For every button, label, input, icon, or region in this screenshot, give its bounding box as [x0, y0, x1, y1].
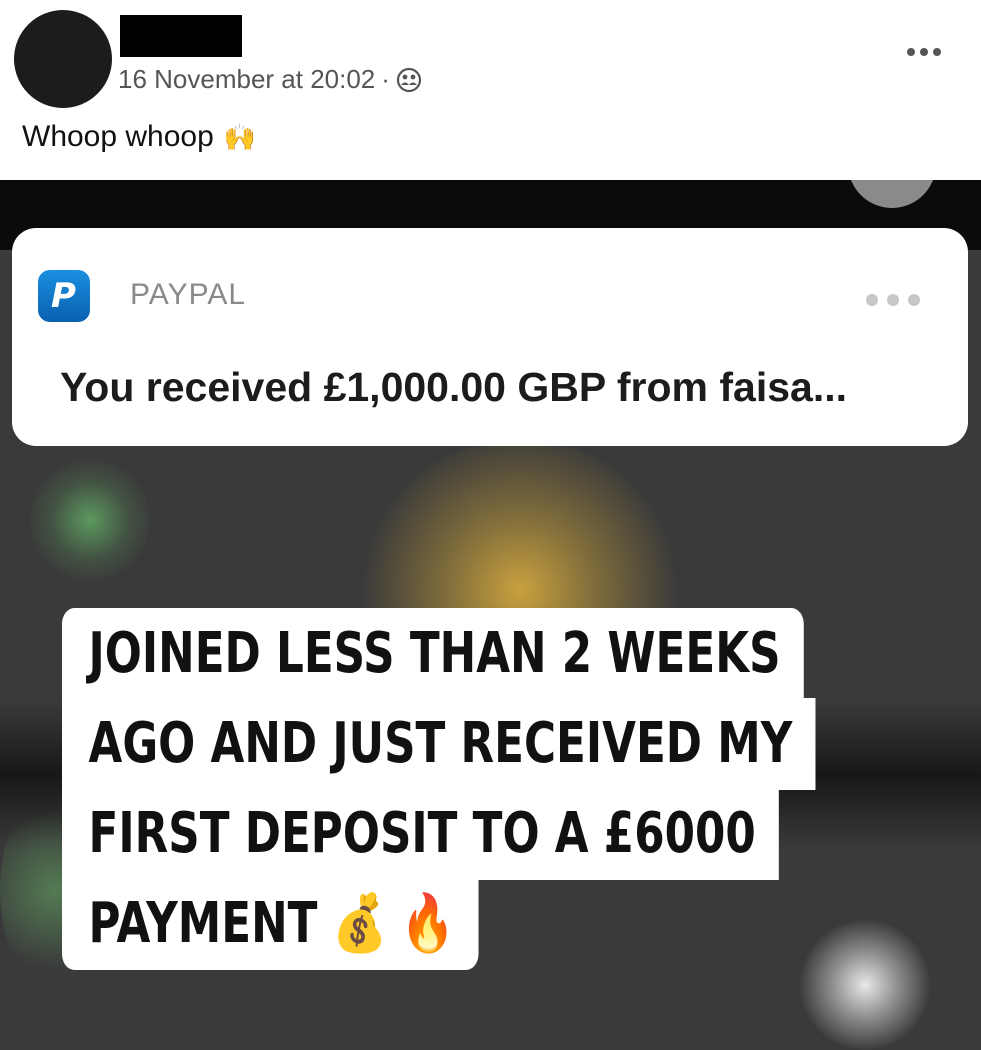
- notification-app-name: PAYPAL: [130, 278, 247, 311]
- avatar[interactable]: [14, 10, 112, 108]
- post-more-button[interactable]: [907, 48, 941, 56]
- paypal-icon: P: [38, 270, 90, 322]
- story-caption-line: AGO AND JUST RECEIVED MY: [62, 698, 816, 790]
- blurred-light-green: [30, 460, 150, 580]
- post-meta: 16 November at 20:02 ·: [118, 64, 422, 95]
- post-photo[interactable]: P PAYPAL You received £1,000.00 GBP from…: [0, 180, 981, 1050]
- dot-icon: [907, 48, 915, 56]
- dot-icon: [933, 48, 941, 56]
- post-caption-text: Whoop whoop: [22, 120, 214, 153]
- story-caption-line: FIRST DEPOSIT TO A £6000: [62, 788, 780, 880]
- dot-icon: [920, 48, 928, 56]
- notification-more-icon: [866, 294, 920, 306]
- story-caption-line-last: PAYMENT 💰 🔥: [62, 878, 479, 970]
- notification-message: You received £1,000.00 GBP from faisa...: [60, 364, 847, 410]
- story-caption-line: JOINED LESS THAN 2 WEEKS: [62, 608, 804, 700]
- blurred-light-white: [800, 920, 930, 1050]
- post-caption: Whoop whoop 🙌: [22, 120, 256, 154]
- story-caption-text: PAYMENT: [88, 891, 318, 956]
- meta-separator: ·: [381, 64, 390, 94]
- friends-icon: [396, 67, 422, 92]
- author-name-redacted[interactable]: [120, 15, 242, 57]
- raising-hands-emoji: 🙌: [223, 121, 257, 152]
- paypal-notification: P PAYPAL You received £1,000.00 GBP from…: [12, 228, 968, 446]
- post-timestamp[interactable]: 16 November at 20:02: [118, 64, 375, 95]
- post-header: 16 November at 20:02 · Whoop whoop 🙌: [0, 0, 981, 180]
- money-bag-fire-emoji: 💰 🔥: [332, 891, 456, 956]
